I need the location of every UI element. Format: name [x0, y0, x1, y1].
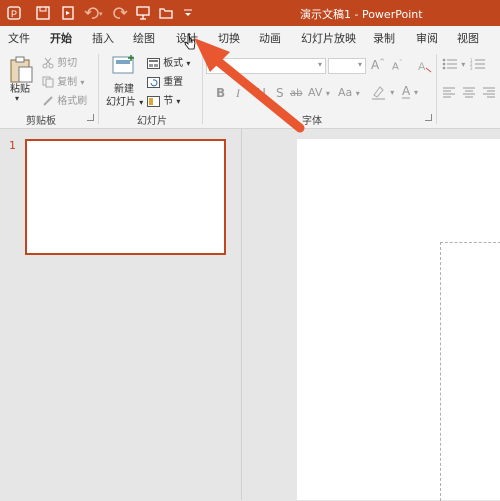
ribbon: 粘贴 ▾ 剪切 复制 ▾ 格式刷 剪贴板 新建 幻灯片 ▾ 板式 ▾ 重置 节 …	[0, 48, 500, 129]
present-from-beginning-icon[interactable]	[60, 5, 76, 21]
tab-transitions[interactable]: 切换	[218, 30, 240, 46]
font-color-label: A	[402, 84, 411, 99]
tab-home[interactable]: 开始	[50, 30, 72, 50]
clear-formatting-button[interactable]: A	[418, 58, 432, 73]
align-left-icon	[443, 87, 455, 98]
tab-animations[interactable]: 动画	[259, 30, 281, 46]
open-folder-icon[interactable]	[158, 5, 174, 21]
font-color-button[interactable]: A ▾	[402, 84, 418, 99]
layout-button[interactable]: 板式 ▾	[147, 54, 190, 69]
undo-icon[interactable]: ▾	[84, 5, 103, 21]
tab-review[interactable]: 审阅	[416, 30, 438, 46]
new-slide-icon	[112, 55, 134, 74]
paste-label[interactable]: 粘贴	[10, 80, 30, 95]
section-label: 节	[163, 96, 174, 107]
shrink-font-label: A	[392, 61, 399, 73]
font-group-label: 字体	[302, 116, 322, 127]
tab-view[interactable]: 视图	[457, 30, 479, 46]
bullet-list-icon	[442, 58, 457, 70]
decrease-font-size-button[interactable]: Aˇ	[392, 59, 402, 72]
reset-label: 重置	[163, 77, 184, 88]
bold-button[interactable]: B	[216, 86, 225, 100]
align-center-button[interactable]	[462, 86, 476, 98]
copy-icon	[42, 76, 54, 88]
section-button[interactable]: 节 ▾	[147, 92, 180, 107]
layout-label: 板式	[163, 58, 184, 69]
increase-font-size-button[interactable]: A^	[371, 58, 385, 72]
grow-font-label: A	[371, 58, 380, 72]
new-slide-button[interactable]	[112, 54, 136, 76]
svg-text:3: 3	[470, 66, 473, 70]
align-left-button[interactable]	[442, 86, 456, 98]
format-painter-icon	[43, 96, 53, 106]
powerpoint-logo-icon[interactable]: P	[6, 5, 22, 21]
cut-label: 剪切	[57, 58, 78, 69]
save-icon[interactable]	[35, 5, 51, 21]
chevron-down-icon: ▾	[317, 60, 322, 69]
align-right-icon	[483, 87, 495, 98]
bullets-button[interactable]: ▾	[442, 58, 465, 70]
change-case-button[interactable]: Aa ▾	[338, 86, 360, 99]
highlight-color-button[interactable]: ▾	[371, 84, 394, 100]
svg-text:▾: ▾	[99, 10, 103, 18]
format-painter-label: 格式刷	[57, 96, 88, 107]
text-placeholder[interactable]	[440, 242, 500, 501]
reset-button[interactable]: 重置	[147, 73, 183, 88]
clipboard-launcher-icon[interactable]	[87, 114, 94, 121]
numbered-list-icon: 123	[470, 58, 485, 70]
align-center-icon	[463, 87, 475, 98]
slide-number: 1	[9, 139, 16, 152]
strikethrough-button[interactable]: S	[276, 86, 284, 100]
highlighter-icon	[372, 86, 385, 100]
layout-icon	[147, 57, 160, 69]
chevron-down-icon: ▾	[357, 60, 362, 69]
slides-group-label: 幻灯片	[137, 116, 167, 127]
clear-formatting-icon: A	[418, 61, 432, 73]
tab-file[interactable]: 文件	[8, 30, 30, 46]
copy-label: 复制	[57, 77, 78, 88]
cut-button[interactable]: 剪切	[42, 54, 77, 69]
font-name-dropdown[interactable]: ▾	[206, 58, 326, 74]
character-spacing-button[interactable]: AV ▾	[308, 86, 330, 99]
clipboard-group-label: 剪贴板	[26, 116, 56, 127]
mouse-cursor-icon	[184, 33, 196, 50]
group-divider	[436, 54, 437, 124]
new-slide-label-text: 幻灯片	[106, 97, 136, 108]
customize-qat-icon[interactable]	[182, 5, 198, 21]
change-case-label: Aa	[338, 86, 353, 99]
copy-button[interactable]: 复制 ▾	[42, 73, 84, 88]
scissors-icon	[42, 57, 54, 69]
tab-slideshow[interactable]: 幻灯片放映	[301, 30, 356, 46]
svg-text:A: A	[418, 61, 426, 73]
slide-thumbnail[interactable]	[25, 139, 226, 255]
presentation-icon[interactable]	[135, 5, 151, 21]
font-launcher-icon[interactable]	[425, 114, 432, 121]
font-size-dropdown[interactable]: ▾	[328, 58, 366, 74]
group-divider	[98, 54, 99, 124]
numbering-button[interactable]: 123	[470, 58, 486, 70]
italic-button[interactable]: I	[236, 86, 240, 101]
window-title: 演示文稿1 - PowerPoint	[300, 8, 423, 21]
align-right-button[interactable]	[482, 86, 496, 98]
format-painter-button[interactable]: 格式刷	[42, 92, 87, 107]
ribbon-tabs: 文件 开始 插入 绘图 设计 切换 动画 幻灯片放映 录制 审阅 视图	[0, 26, 500, 50]
section-icon	[147, 95, 160, 107]
tab-record[interactable]: 录制	[373, 30, 395, 46]
char-spacing-label: AV	[308, 86, 323, 99]
tab-insert[interactable]: 插入	[92, 30, 114, 46]
redo-icon[interactable]	[112, 5, 128, 21]
svg-text:P: P	[11, 9, 17, 19]
underline-button[interactable]: U	[257, 86, 266, 100]
reset-icon	[147, 76, 160, 88]
paste-dropdown-icon[interactable]: ▾	[15, 94, 19, 103]
pane-divider[interactable]	[241, 129, 242, 500]
title-bar: P ▾ 演示文稿1 - PowerPoint	[0, 0, 500, 26]
new-slide-label-line2[interactable]: 幻灯片 ▾	[106, 93, 143, 108]
group-divider	[202, 54, 203, 124]
shadow-button[interactable]: ab	[290, 88, 302, 99]
tab-draw[interactable]: 绘图	[133, 30, 155, 46]
